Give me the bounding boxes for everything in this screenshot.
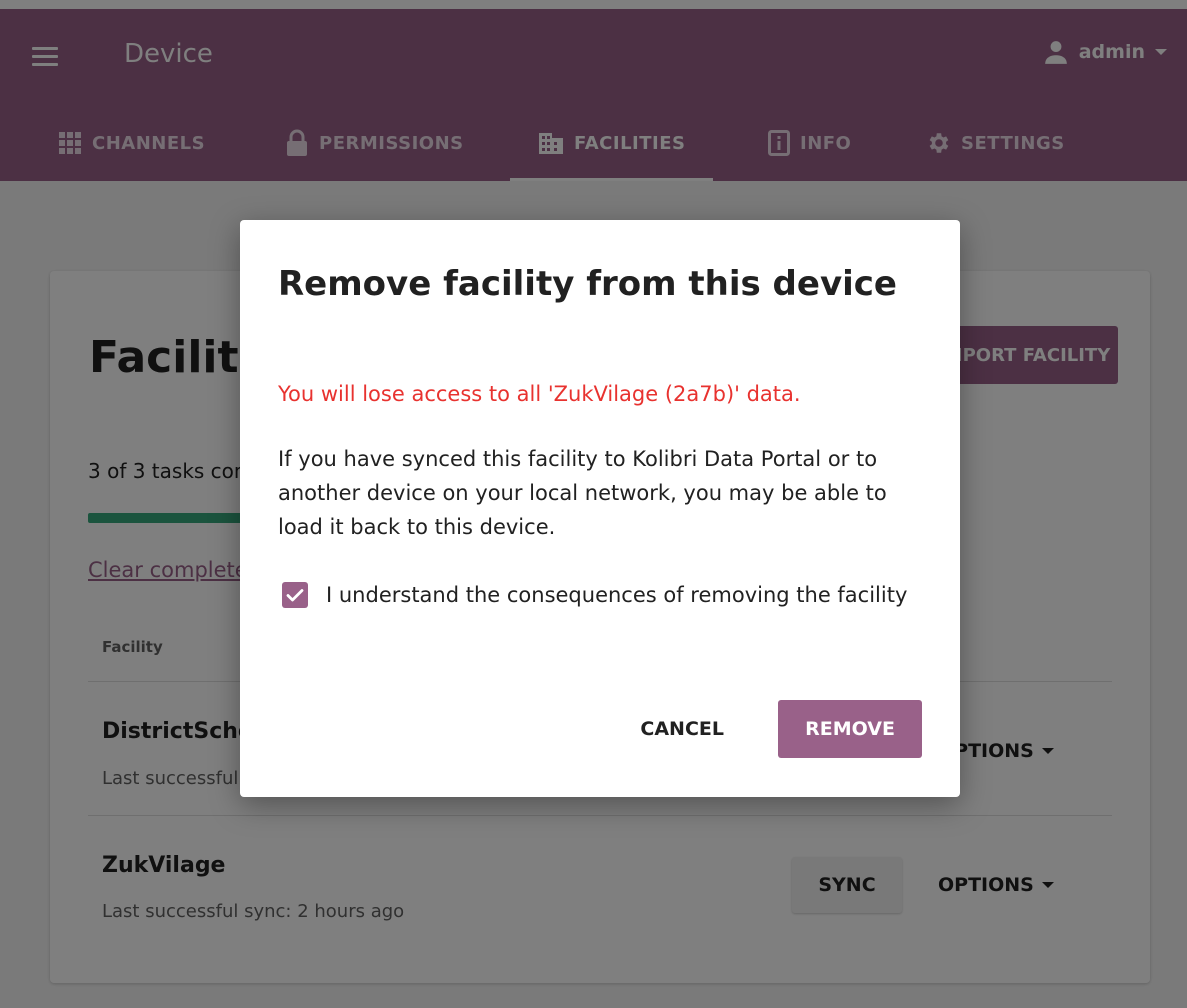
checkbox-label: I understand the consequences of removin… [326, 583, 908, 607]
confirm-checkbox[interactable] [282, 582, 308, 608]
cancel-button[interactable]: CANCEL [628, 700, 736, 758]
remove-button[interactable]: REMOVE [778, 700, 922, 758]
warning-message: You will lose access to all 'ZukVilage (… [278, 382, 801, 406]
checkmark-icon [286, 589, 304, 602]
dialog-actions: CANCEL REMOVE [628, 700, 922, 758]
dialog-body: If you have synced this facility to Koli… [278, 447, 887, 539]
dialog-title: Remove facility from this device [278, 264, 897, 304]
remove-facility-dialog: Remove facility from this device You wil… [240, 220, 960, 797]
confirm-checkbox-row[interactable]: I understand the consequences of removin… [278, 576, 928, 614]
